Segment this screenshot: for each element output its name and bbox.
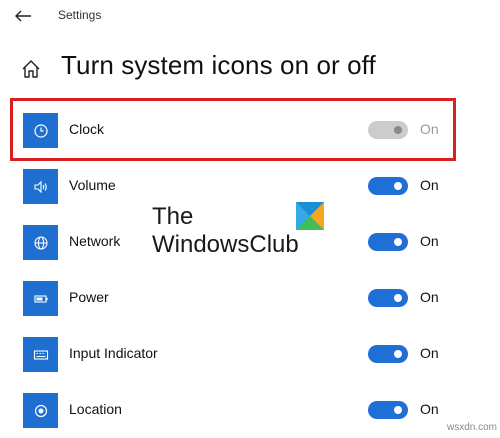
- setting-label: Location: [69, 401, 122, 417]
- input-indicator-toggle[interactable]: [368, 345, 408, 363]
- watermark-line2: WindowsClub: [152, 231, 299, 258]
- setting-label: Input Indicator: [69, 345, 158, 361]
- location-toggle[interactable]: [368, 401, 408, 419]
- toggle-state: On: [420, 345, 439, 361]
- back-arrow-icon: [15, 10, 31, 22]
- setting-label: Power: [69, 289, 109, 305]
- volume-toggle[interactable]: [368, 177, 408, 195]
- windows-logo-icon: [296, 202, 324, 230]
- toggle-state: On: [420, 401, 439, 417]
- highlight-box: [10, 98, 456, 161]
- volume-icon: [23, 169, 58, 204]
- setting-row-location: Location On: [0, 388, 500, 438]
- setting-label: Network: [69, 233, 121, 249]
- setting-row-volume: Volume On: [0, 164, 500, 214]
- battery-icon: [23, 281, 58, 316]
- setting-label: Volume: [69, 177, 116, 193]
- setting-row-power: Power On: [0, 276, 500, 326]
- watermark-credit: wsxdn.com: [447, 422, 498, 433]
- toggle-state: On: [420, 177, 439, 193]
- location-icon: [23, 393, 58, 428]
- window-title: Settings: [58, 8, 102, 22]
- keyboard-icon: [23, 337, 58, 372]
- network-toggle[interactable]: [368, 233, 408, 251]
- toggle-state: On: [420, 289, 439, 305]
- page-title: Turn system icons on or off: [61, 50, 376, 80]
- back-button[interactable]: [12, 6, 34, 26]
- title-bar: Settings: [0, 0, 500, 32]
- globe-icon: [23, 225, 58, 260]
- toggle-state: On: [420, 233, 439, 249]
- watermark-line1: The: [152, 203, 194, 230]
- power-toggle[interactable]: [368, 289, 408, 307]
- setting-row-input-indicator: Input Indicator On: [0, 332, 500, 382]
- home-icon[interactable]: [20, 58, 42, 80]
